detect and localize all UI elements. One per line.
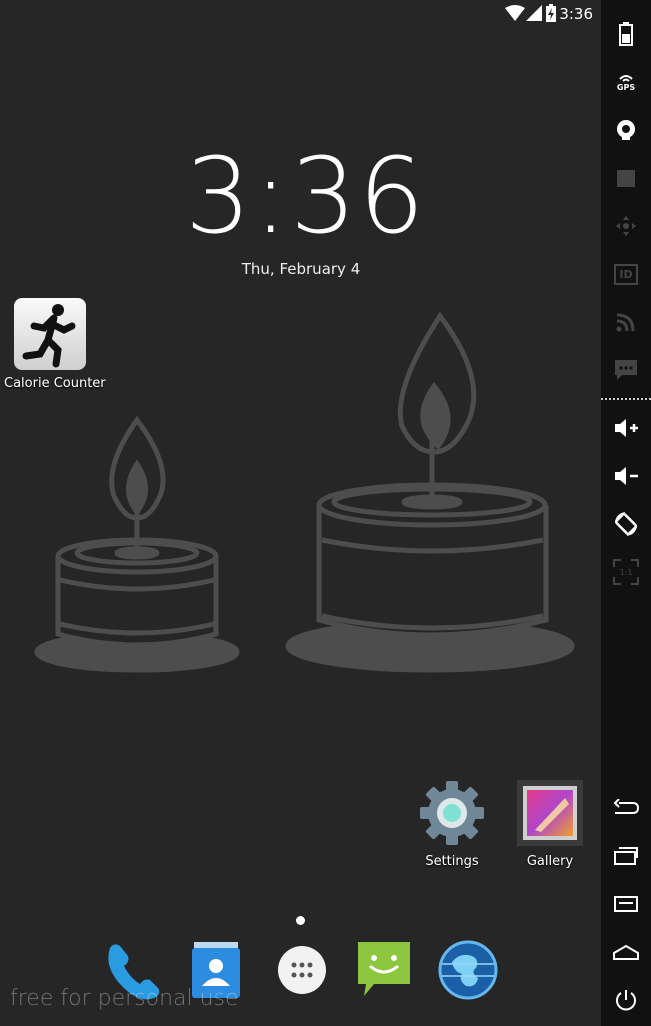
power-button[interactable]: [601, 980, 651, 1020]
camera-icon: [617, 120, 635, 140]
recent-apps-button[interactable]: [601, 836, 651, 876]
browser-icon[interactable]: [436, 938, 500, 1002]
gallery-icon: [517, 780, 583, 846]
gps-icon: [619, 74, 633, 82]
recent-apps-icon: [614, 847, 638, 865]
menu-button[interactable]: [601, 884, 651, 924]
battery-charging-icon: [546, 4, 556, 22]
status-time: 3:36: [559, 5, 593, 23]
media-button[interactable]: [601, 158, 651, 198]
clock-date: Thu, February 4: [241, 260, 361, 278]
page-indicator: [296, 916, 305, 925]
gps-label: GPS: [616, 82, 636, 92]
wifi-icon: [505, 5, 525, 21]
cast-button[interactable]: [601, 302, 651, 342]
volume-down-icon: [615, 467, 638, 485]
status-bar: 3:36: [0, 0, 601, 28]
scale-icon: 1:1: [613, 559, 639, 585]
dpad-button[interactable]: [601, 206, 651, 246]
id-button[interactable]: ID: [601, 254, 651, 294]
menu-icon: [614, 896, 638, 912]
rotate-button[interactable]: [601, 504, 651, 544]
battery-button[interactable]: [601, 14, 651, 54]
app-settings[interactable]: Settings: [412, 778, 492, 869]
scale-button[interactable]: 1:1: [601, 552, 651, 592]
camera-button[interactable]: [601, 110, 651, 150]
battery-icon: [619, 22, 633, 46]
home-screen: 3:36 3:36 Thu, February 4 Calorie Counte…: [0, 0, 601, 1026]
media-icon: [617, 170, 635, 187]
svg-text:1:1: 1:1: [620, 568, 633, 577]
gps-button[interactable]: GPS: [601, 62, 651, 102]
home-button[interactable]: [601, 932, 651, 972]
clock-widget[interactable]: 3:36: [185, 135, 425, 257]
sidebar-divider: [601, 398, 651, 400]
messaging-icon[interactable]: [352, 938, 416, 1002]
rotate-icon: [614, 512, 638, 536]
sms-button[interactable]: [601, 350, 651, 390]
app-drawer-icon: [278, 946, 326, 994]
emulator-sidebar: GPS ID 1:1: [601, 0, 651, 1026]
runner-icon: [14, 298, 86, 370]
cast-icon: [616, 313, 635, 332]
app-drawer-button[interactable]: [270, 938, 334, 1002]
home-icon: [613, 944, 639, 960]
watermark-text: free for personal use: [10, 986, 239, 1011]
gear-icon: [420, 781, 484, 845]
sms-icon: [615, 360, 637, 380]
app-gallery[interactable]: Gallery: [510, 778, 590, 869]
power-icon: [616, 990, 636, 1011]
back-icon: [613, 799, 639, 814]
volume-up-button[interactable]: [601, 408, 651, 448]
app-label: Settings: [425, 854, 479, 869]
back-button[interactable]: [601, 788, 651, 828]
app-calorie-counter[interactable]: Calorie Counter: [4, 298, 106, 391]
signal-icon: [526, 5, 542, 21]
clock-time: 3:36: [185, 135, 427, 257]
volume-down-button[interactable]: [601, 456, 651, 496]
volume-up-icon: [615, 419, 638, 437]
id-icon: ID: [614, 263, 638, 285]
app-label: Calorie Counter: [4, 376, 106, 391]
dpad-icon: [616, 216, 636, 236]
app-label: Gallery: [526, 854, 574, 869]
